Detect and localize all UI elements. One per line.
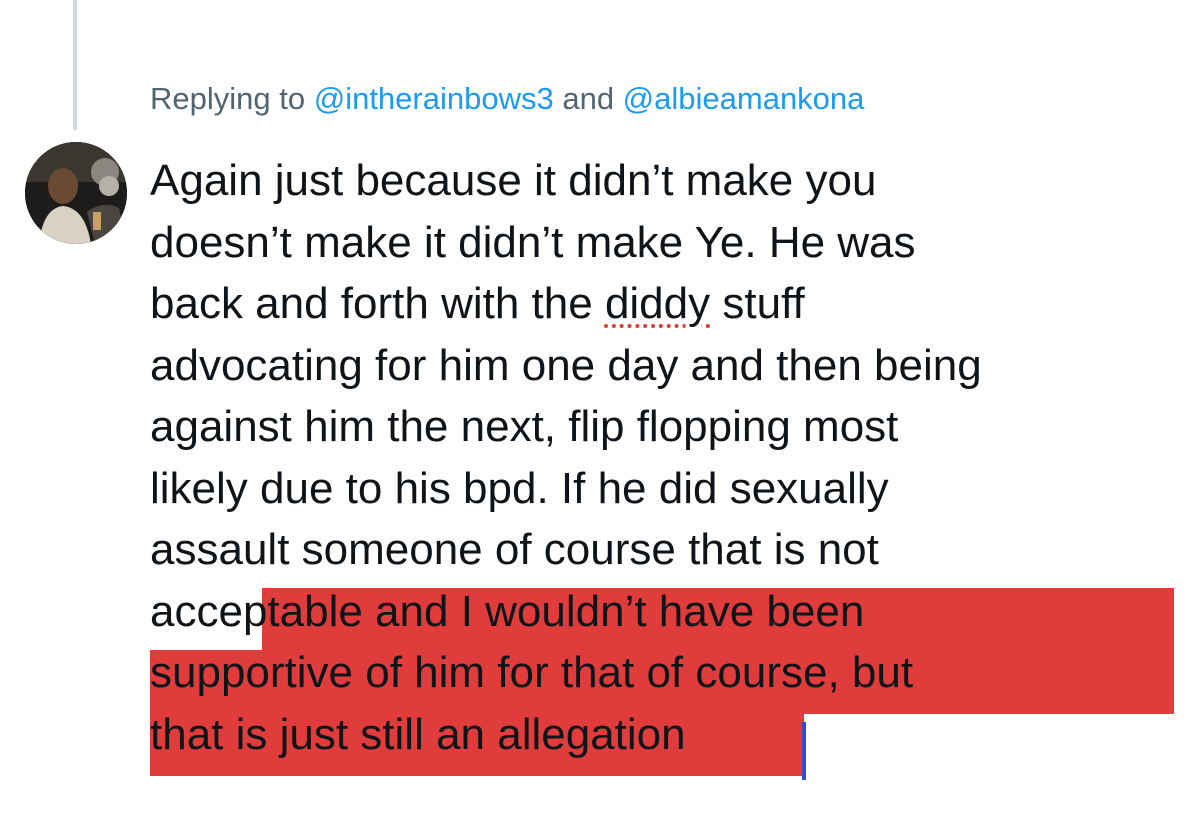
tweet-line-8: acceptable and I wouldn’t have been: [150, 581, 1170, 643]
tweet-line-4-text: advocating for him one day and then bein…: [150, 340, 982, 390]
mention-link-albieamankona[interactable]: @albieamankona: [623, 81, 865, 116]
highlighted-text-segment-1[interactable]: ptable and I wouldn’t have been: [243, 587, 864, 636]
tweet-line-4: advocating for him one day and then bein…: [150, 335, 1170, 397]
tweet-line-7-text: assault someone of course that is not: [150, 525, 879, 574]
tweet-line-6: likely due to his bpd. If he did sexuall…: [150, 458, 1170, 520]
tweet-line-9: supportive of him for that of course, bu…: [150, 642, 1170, 704]
tweet-line-8-text-a: acce: [150, 586, 243, 636]
avatar[interactable]: [25, 142, 127, 244]
tweet-line-3: back and forth with the diddy stuff: [150, 273, 1170, 335]
tweet-text: Again just because it didn’t make you do…: [150, 150, 1170, 765]
highlighted-text-segment-3[interactable]: that is just still an allegation: [150, 710, 686, 759]
replying-to-conjunction: and: [553, 81, 623, 116]
tweet-line-2: doesn’t make it didn’t make Ye. He was: [150, 212, 1170, 274]
mention-link-intherainbows3[interactable]: @intherainbows3: [314, 81, 554, 116]
tweet-line-5: against him the next, flip flopping most: [150, 396, 1170, 458]
tweet-line-5-text: against him the next, flip flopping most: [150, 402, 899, 451]
highlighted-text-segment-2[interactable]: supportive of him for that of course, bu…: [150, 648, 913, 697]
tweet-line-1-text: Again just because it didn’t make you: [150, 156, 877, 205]
tweet-line-6-text: likely due to his bpd. If he did sexuall…: [150, 463, 889, 513]
spellcheck-flagged-word[interactable]: diddy: [605, 279, 710, 328]
thread-connector-line: [73, 0, 77, 130]
replying-to-line: Replying to @intherainbows3 and @albieam…: [150, 78, 864, 120]
tweet-line-2-text: doesn’t make it didn’t make Ye. He was: [150, 217, 916, 267]
replying-to-label: Replying to: [150, 81, 314, 116]
tweet-line-3-text-b: stuff: [710, 279, 805, 328]
tweet-line-7: assault someone of course that is not: [150, 519, 1170, 581]
tweet-line-3-text-a: back and forth with the: [150, 279, 605, 328]
selection-end-handle[interactable]: [802, 722, 806, 780]
profile-photo-icon: [25, 142, 127, 244]
tweet-line-1: Again just because it didn’t make you: [150, 150, 1170, 212]
tweet-line-10: that is just still an allegation: [150, 704, 1170, 766]
